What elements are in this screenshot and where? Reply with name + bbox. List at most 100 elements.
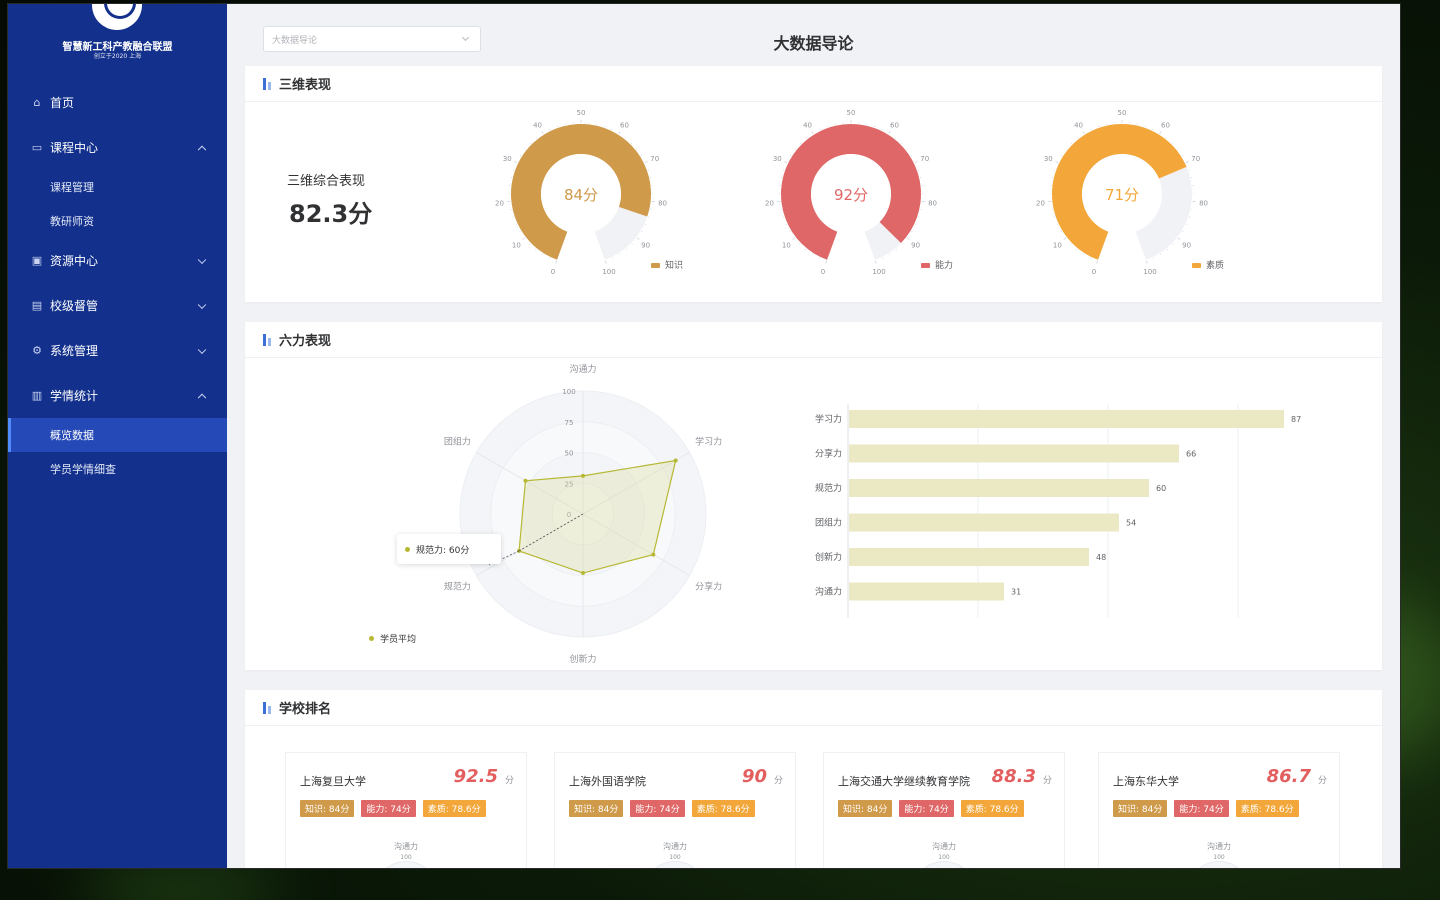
gauge-tick-label: 40 xyxy=(533,121,542,129)
gauge-tick xyxy=(522,237,526,240)
gauge-tick xyxy=(555,260,557,264)
logo-title: 智慧新工科产教融合联盟 xyxy=(62,42,173,53)
gauge-tick-label: 30 xyxy=(503,155,512,163)
gauge-tick xyxy=(641,230,643,232)
score-unit: 分 xyxy=(504,776,514,786)
gauge-tick xyxy=(1185,161,1189,164)
gauge-tick xyxy=(811,131,814,134)
gauge-tick xyxy=(644,161,648,164)
gauge-tick-label: 20 xyxy=(495,200,504,208)
gauge-tick-label: 90 xyxy=(911,241,920,249)
gauge-tick xyxy=(1055,161,1059,164)
school-score: 86.7 xyxy=(1266,766,1311,787)
mini-radar-label: 沟通力 xyxy=(394,842,418,851)
school-card[interactable]: 上海东华大学 86.7 分 知识: 84分 能力: 74分 素质: 78.6分 … xyxy=(1098,752,1340,868)
sidebar-item-learning-stats[interactable]: ▥ 学情统计 xyxy=(8,373,227,418)
mini-radar-label: 沟通力 xyxy=(932,842,956,851)
gauge-tick xyxy=(910,155,912,157)
app-window: 智慧新工科产教融合联盟 创立于2020 上海 ⌂ 首页 ▭ 课程中心 课程管理 … xyxy=(8,4,1400,868)
sidebar-subitem-overview[interactable]: 概览数据 xyxy=(8,418,227,452)
score-tags: 知识: 84分 能力: 74分 素质: 78.6分 xyxy=(1113,800,1299,817)
radar-axis-label: 创新力 xyxy=(569,653,596,665)
gauge-tick xyxy=(619,253,621,255)
quality-tag: 素质: 78.6分 xyxy=(422,800,486,817)
gauge-tick-label: 70 xyxy=(650,155,659,163)
school-card[interactable]: 上海外国语学院 90 分 知识: 84分 能力: 74分 素质: 78.6分 沟… xyxy=(554,752,796,868)
bar-chart-icon xyxy=(263,701,271,714)
gauge-tick-label: 100 xyxy=(872,268,885,276)
gauge-tick xyxy=(631,243,633,245)
gauge-tick-label: 100 xyxy=(1143,268,1156,276)
school-card[interactable]: 上海复旦大学 92.5 分 知识: 84分 能力: 74分 素质: 78.6分 … xyxy=(285,752,527,868)
gauge-legend-swatch xyxy=(1192,263,1201,268)
bar-category-label: 学习力 xyxy=(815,413,842,425)
gauge-tick xyxy=(806,137,808,139)
school-score: 92.5 xyxy=(453,766,498,787)
radar-point xyxy=(581,473,585,478)
sidebar-item-label: 校级督管 xyxy=(50,299,99,313)
sidebar-subitem-teachers[interactable]: 教研师资 xyxy=(8,204,227,238)
gauge-tick xyxy=(888,131,891,134)
main-content: 大数据导论 大数据导论 三维表现 三维综合表现 82.3分 0 10 20 30 40 5… xyxy=(227,4,1400,868)
gauge-tick xyxy=(906,237,910,240)
book-icon: ▭ xyxy=(31,141,43,154)
score-unit: 分 xyxy=(1042,776,1052,786)
sidebar-item-home[interactable]: ⌂ 首页 xyxy=(8,80,227,125)
sidebar-item-system[interactable]: ⚙ 系统管理 xyxy=(8,328,227,373)
folder-icon: ▣ xyxy=(31,254,43,267)
gauge-legend-swatch xyxy=(921,263,930,268)
gauge-tick xyxy=(535,248,537,250)
legend-dot xyxy=(369,636,374,641)
ability-tag: 能力: 74分 xyxy=(361,800,416,817)
radar-axis-label: 团组力 xyxy=(444,436,471,448)
gauge-tick-label: 0 xyxy=(821,268,825,276)
radar-legend[interactable]: 学员平均 xyxy=(369,632,416,645)
gauge-tick xyxy=(1070,243,1072,245)
knowledge-tag: 知识: 84分 xyxy=(838,800,893,817)
gauge-tick-label: 70 xyxy=(1191,155,1200,163)
mini-radar-tick: 100 xyxy=(669,854,681,861)
legend-label: 学员平均 xyxy=(380,635,417,645)
gauge-tick xyxy=(1172,243,1174,245)
score-tags: 知识: 84分 能力: 74分 素质: 78.6分 xyxy=(569,800,755,817)
radar-axis-label: 学习力 xyxy=(695,436,722,448)
score-unit: 分 xyxy=(773,776,783,786)
gauge-value-label: 84分 xyxy=(564,186,598,204)
sidebar-item-school-supervision[interactable]: ▤ 校级督管 xyxy=(8,283,227,328)
bar-category-label: 分享力 xyxy=(815,448,842,460)
sidebar-subitem-student-detail[interactable]: 学员学情细查 xyxy=(8,452,227,486)
sidebar-subitem-course-manage[interactable]: 课程管理 xyxy=(8,170,227,204)
logo-mark-icon xyxy=(92,4,142,30)
bar xyxy=(849,582,1004,601)
ranking-card: 学校排名 上海复旦大学 92.5 分 知识: 84分 能力: 74分 素质: 7… xyxy=(245,690,1382,868)
gauge-tick xyxy=(1160,253,1162,255)
ability-tag: 能力: 74分 xyxy=(899,800,954,817)
score-tags: 知识: 84分 能力: 74分 素质: 78.6分 xyxy=(300,800,486,817)
chart-icon: ▥ xyxy=(31,389,43,402)
bar-value-label: 87 xyxy=(1291,415,1301,424)
logo-subtitle: 创立于2020 上海 xyxy=(93,53,142,60)
gauge-tick xyxy=(1060,230,1062,232)
gauge-tick-label: 40 xyxy=(803,121,812,129)
gauge-tick xyxy=(1177,148,1179,150)
sidebar-item-course-center[interactable]: ▭ 课程中心 xyxy=(8,125,227,170)
knowledge-tag: 知识: 84分 xyxy=(1113,800,1168,817)
gauge-tick-label: 10 xyxy=(1053,241,1062,249)
gauge-tick xyxy=(799,243,801,245)
mini-radar-chart xyxy=(912,861,976,868)
gauge-tick xyxy=(794,148,796,150)
gauge-tick xyxy=(894,137,896,139)
gauge-legend-swatch xyxy=(651,263,660,268)
mini-radar-tick: 100 xyxy=(938,854,950,861)
quality-tag: 素质: 78.6分 xyxy=(691,800,755,817)
gauge-tick-label: 50 xyxy=(577,109,586,117)
gauge-tick-label: 80 xyxy=(928,200,937,208)
school-score: 88.3 xyxy=(991,766,1036,787)
gauge-tick-label: 80 xyxy=(1199,200,1208,208)
card-title: 学校排名 xyxy=(279,702,332,717)
gauge-tick xyxy=(911,230,913,232)
sidebar-item-label: 资源中心 xyxy=(50,254,99,268)
sidebar-item-resource-center[interactable]: ▣ 资源中心 xyxy=(8,238,227,283)
school-card[interactable]: 上海交通大学继续教育学院 88.3 分 知识: 84分 能力: 74分 素质: … xyxy=(823,752,1065,868)
gauge-tick xyxy=(541,131,544,134)
